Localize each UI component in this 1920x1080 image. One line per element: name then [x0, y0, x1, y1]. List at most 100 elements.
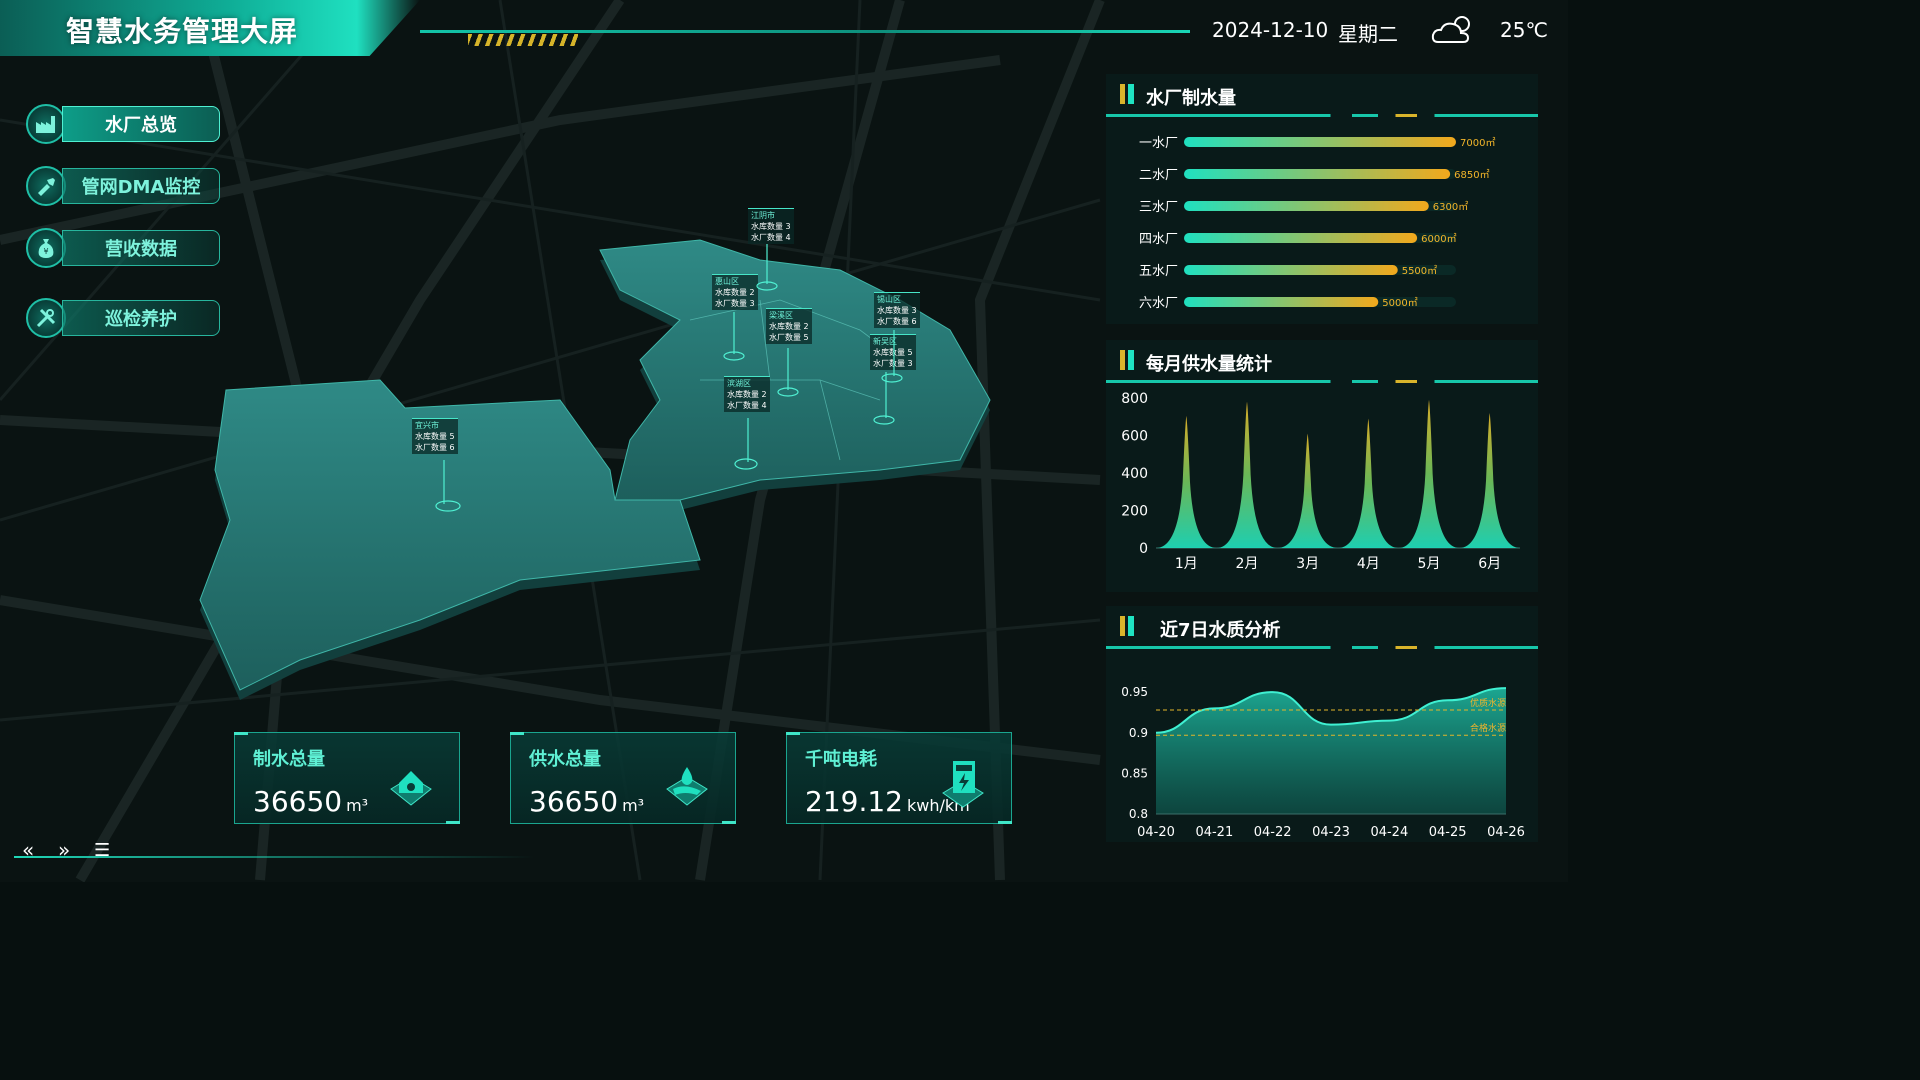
spike-mark: [1277, 433, 1338, 548]
region-label-jiangyin[interactable]: 江阴市 水库数量 3 水厂数量 4: [748, 208, 794, 244]
nav-label: 管网DMA监控: [62, 168, 220, 204]
stat-card-production: 制水总量 36650 m³: [234, 732, 460, 824]
quality-area: [1156, 688, 1506, 814]
region-label-binhu[interactable]: 滨湖区 水库数量 2 水厂数量 4: [724, 376, 770, 412]
y-tick-label: 0.8: [1129, 807, 1148, 821]
header-stripes: [468, 34, 578, 46]
water-quality-chart: 0.8 0.85 0.9 0.95 优质水源合格水源 04-20 04-21 04-22 04-…: [1121, 685, 1525, 840]
bar: [1184, 265, 1398, 275]
bar-value-label: 6000㎡: [1421, 233, 1456, 245]
panel-divider: [1106, 114, 1538, 117]
svg-text:¥: ¥: [43, 247, 48, 256]
x-tick-label: 04-22: [1254, 825, 1292, 840]
spike-mark: [1398, 399, 1460, 548]
power-meter-icon: [942, 761, 984, 808]
spike-mark: [1338, 418, 1399, 548]
region-label-xinwu[interactable]: 新吴区 水库数量 5 水厂数量 3: [870, 334, 916, 370]
x-tick-label: 5月: [1418, 556, 1441, 572]
factory-icon: [26, 104, 66, 144]
stat-value: 36650 m³: [529, 785, 645, 818]
panel-divider: [1106, 646, 1538, 649]
bar: [1184, 201, 1429, 211]
bar: [1184, 169, 1451, 179]
panel-marker-icon: [1120, 84, 1134, 104]
next-page-button[interactable]: »: [58, 838, 70, 862]
bar-value-label: 5000㎡: [1382, 297, 1417, 309]
x-tick-label: 04-23: [1312, 825, 1350, 840]
pipe-wrench-icon: [26, 166, 66, 206]
nav-item-revenue[interactable]: ¥ 营收数据: [26, 228, 222, 268]
header-divider: [420, 30, 1190, 33]
bar: [1184, 297, 1379, 307]
region-label-huishan[interactable]: 惠山区 水库数量 2 水厂数量 3: [712, 274, 758, 310]
panel-marker-icon: [1120, 616, 1134, 636]
stat-card-supply: 供水总量 36650 m³: [510, 732, 736, 824]
bar-category-label: 三水厂: [1139, 200, 1178, 215]
hand-water-drop-icon: [666, 767, 708, 806]
nav-label: 水厂总览: [62, 106, 220, 142]
date-display: 2024-12-10: [1212, 18, 1329, 42]
bar-category-label: 二水厂: [1139, 168, 1178, 183]
nav-label: 营收数据: [62, 230, 220, 266]
y-tick-label: 0.85: [1121, 766, 1148, 780]
nav-item-dma-monitor[interactable]: 管网DMA监控: [26, 166, 222, 206]
spike-mark: [1216, 401, 1278, 548]
panel-header: 水厂制水量: [1106, 74, 1538, 118]
panel-plant-production: 水厂制水量 一水厂 7000㎡二水厂 6850㎡三水厂 6300㎡四水厂 6000㎡五水…: [1106, 74, 1538, 324]
bar-category-label: 六水厂: [1139, 296, 1178, 311]
bar-value-label: 6850㎡: [1454, 169, 1489, 181]
weekday-display: 星期二: [1338, 22, 1398, 46]
bar: [1184, 137, 1456, 147]
plant-production-chart: 一水厂 7000㎡二水厂 6850㎡三水厂 6300㎡四水厂 6000㎡五水厂 5500㎡…: [1139, 136, 1495, 311]
panel-marker-icon: [1120, 350, 1134, 370]
y-tick-label: 0.95: [1121, 685, 1148, 699]
bar: [1184, 233, 1418, 243]
prev-page-button[interactable]: «: [22, 838, 34, 862]
region-label-xishan[interactable]: 锡山区 水库数量 3 水厂数量 6: [874, 292, 920, 328]
money-bag-icon: ¥: [26, 228, 66, 268]
bar-value-label: 7000㎡: [1460, 137, 1495, 149]
y-tick-label: 600: [1121, 429, 1148, 445]
bottom-divider: [14, 856, 534, 858]
bar-value-label: 6300㎡: [1433, 201, 1468, 213]
stat-card-power: 千吨电耗 219.12 kwh/km: [786, 732, 1012, 824]
panel-header: 每月供水量统计: [1106, 340, 1538, 384]
nav-item-inspection[interactable]: 巡检养护: [26, 298, 222, 338]
stat-value: 36650 m³: [253, 785, 369, 818]
spike-mark: [1459, 413, 1520, 548]
y-tick-label: 200: [1121, 504, 1148, 520]
cloud-sun-icon: [1431, 16, 1470, 43]
y-tick-label: 0.9: [1129, 726, 1148, 740]
bar-category-label: 五水厂: [1139, 264, 1178, 279]
threshold-label: 优质水源: [1470, 697, 1506, 709]
panel-header: 近7日水质分析: [1106, 606, 1538, 650]
bar-category-label: 一水厂: [1139, 136, 1178, 151]
x-tick-label: 4月: [1357, 556, 1380, 572]
spike-mark: [1156, 415, 1217, 548]
x-tick-label: 04-25: [1429, 825, 1467, 840]
nav-label: 巡检养护: [62, 300, 220, 336]
tools-icon: [26, 298, 66, 338]
house-water-icon: [390, 771, 432, 806]
panel-divider: [1106, 380, 1538, 383]
x-tick-label: 2月: [1236, 556, 1259, 572]
nav-item-plant-overview[interactable]: 水厂总览: [26, 104, 222, 144]
y-tick-label: 400: [1121, 466, 1148, 482]
page-title: 智慧水务管理大屏: [66, 15, 299, 48]
y-tick-label: 0: [1139, 541, 1148, 557]
x-tick-label: 04-24: [1370, 825, 1408, 840]
x-tick-label: 6月: [1478, 556, 1501, 572]
bar-category-label: 四水厂: [1139, 232, 1178, 247]
region-label-yixing[interactable]: 宜兴市 水库数量 5 水厂数量 6: [412, 418, 458, 454]
x-tick-label: 3月: [1296, 556, 1319, 572]
bar-value-label: 5500㎡: [1402, 265, 1437, 277]
x-tick-label: 04-20: [1137, 825, 1175, 840]
region-label-liangxi[interactable]: 梁溪区 水库数量 2 水厂数量 5: [766, 308, 812, 344]
x-tick-label: 1月: [1175, 556, 1198, 572]
y-tick-label: 800: [1121, 391, 1148, 407]
x-tick-label: 04-26: [1487, 825, 1525, 840]
monthly-supply-chart: 0 200 400 600 800 1月 2月 3月 4月 5月 6月: [1121, 391, 1520, 572]
panel-monthly-supply: 每月供水量统计 0 200 400 600 800 1月 2月 3月 4月 5月 6月: [1106, 340, 1538, 592]
threshold-label: 合格水源: [1470, 722, 1506, 734]
panel-water-quality: 近7日水质分析 0.8 0.85 0.9 0.95 优质水源 合格水源 04-20 04-21…: [1106, 606, 1538, 842]
